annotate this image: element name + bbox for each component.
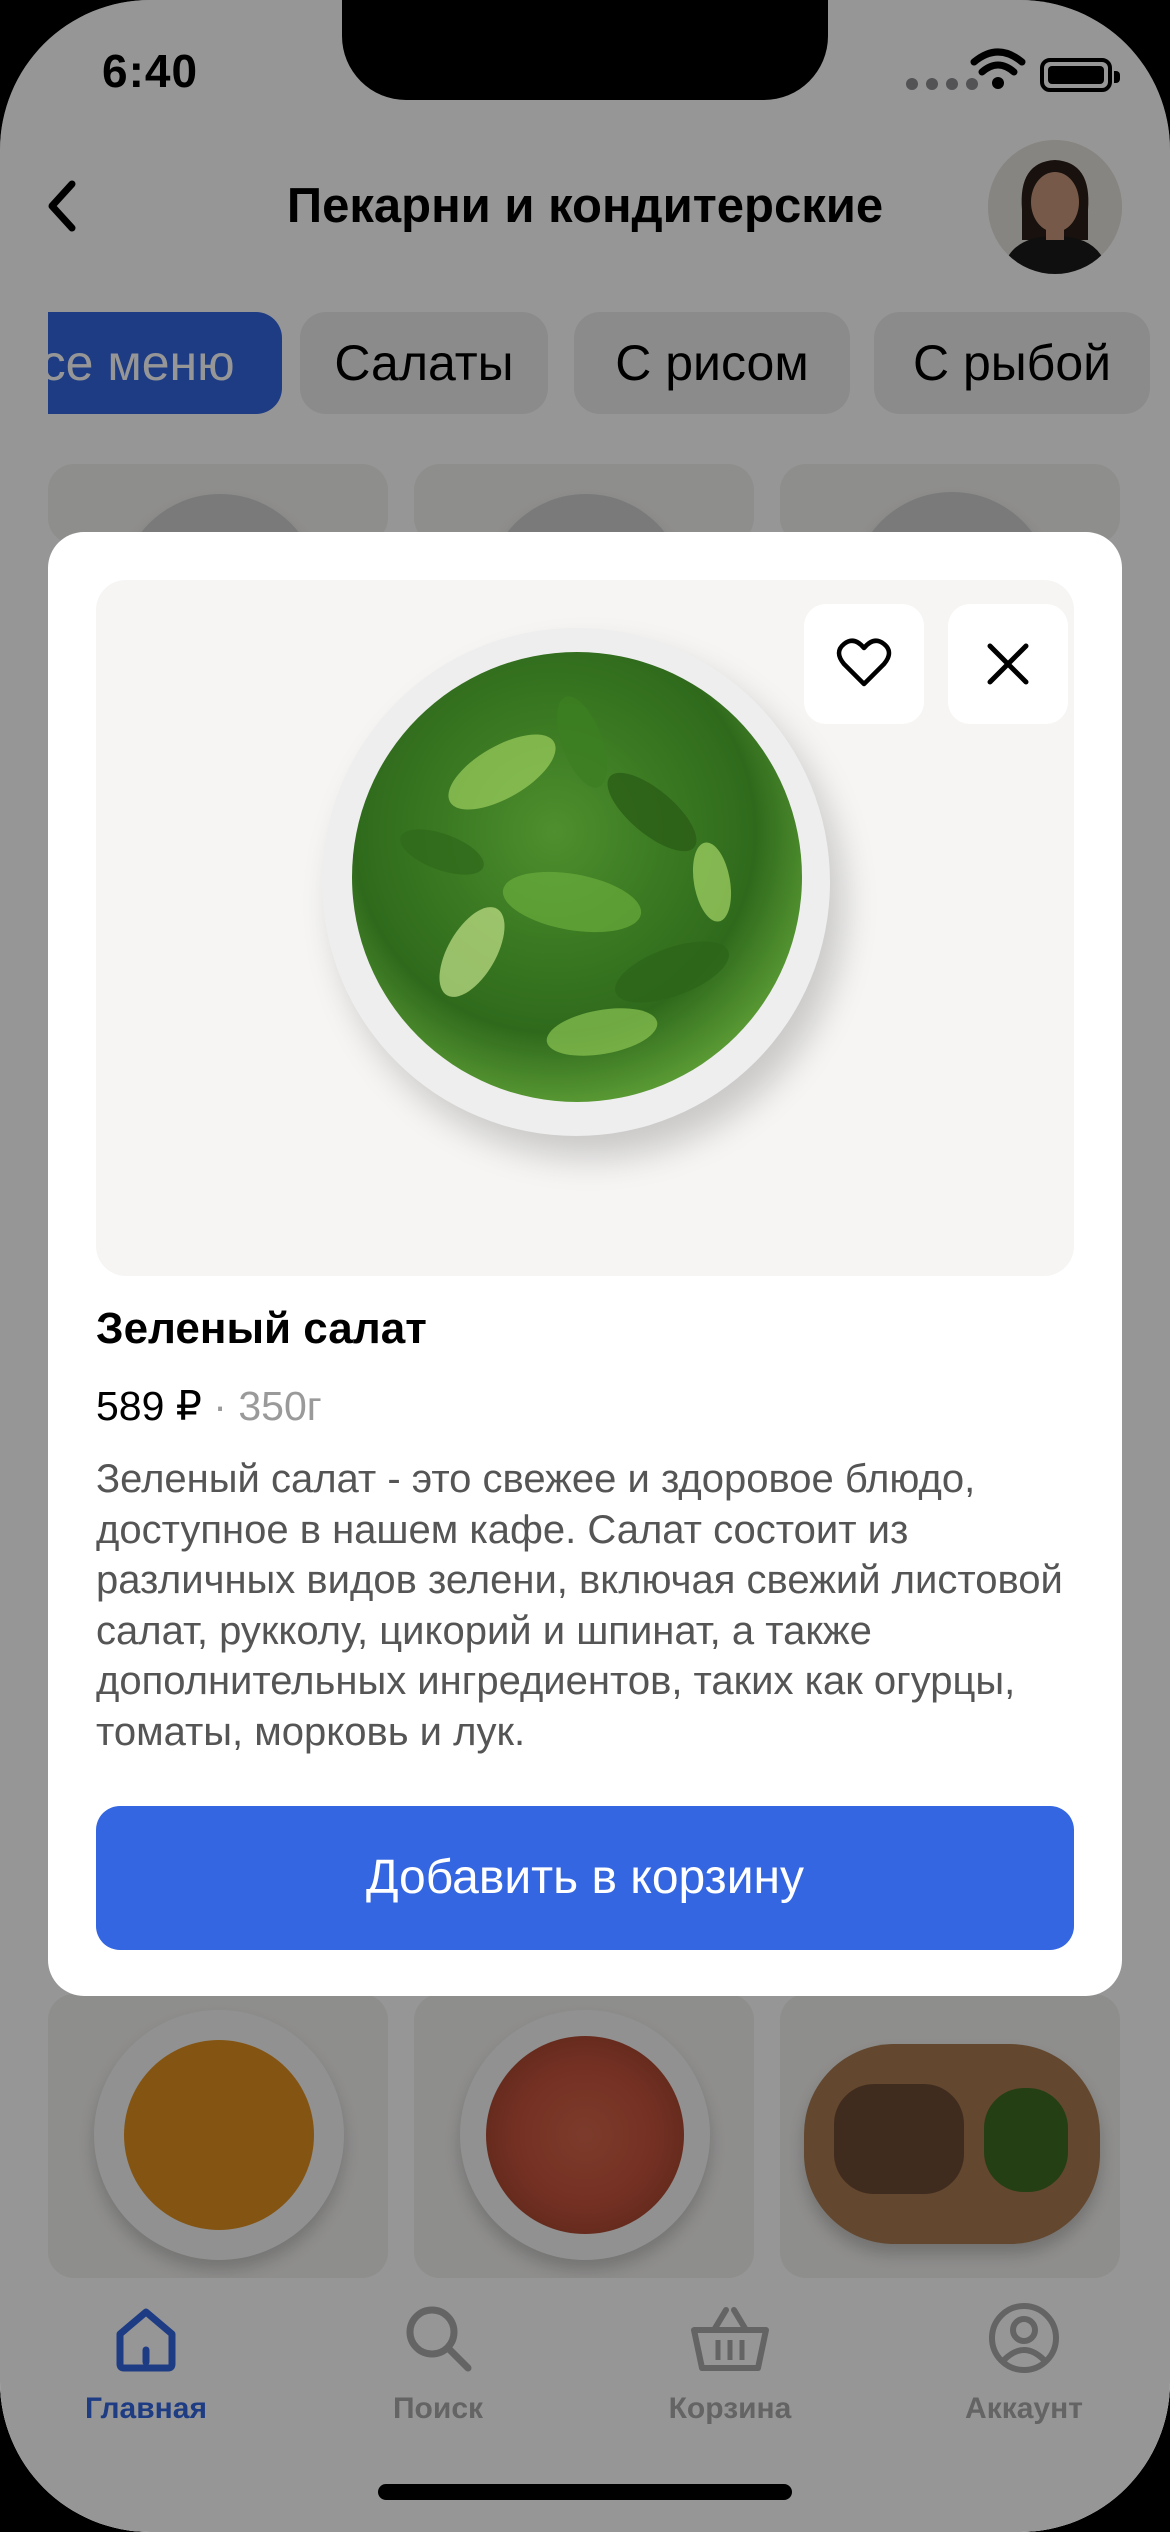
dish-price: 589 ₽	[96, 1383, 202, 1429]
salad-leaves	[400, 696, 732, 1056]
separator-dot: ·	[213, 1383, 227, 1429]
dish-description: Зеленый салат - это свежее и здоровое бл…	[96, 1457, 1063, 1754]
dish-weight: 350г	[238, 1383, 322, 1429]
close-icon	[987, 643, 1029, 685]
dish-image	[96, 580, 1074, 1276]
add-to-cart-button[interactable]: Добавить в корзину	[96, 1806, 1074, 1950]
phone-screen: 6:40 Пекарни и кондитерские Все меню Сал…	[0, 0, 1170, 2532]
dish-name: Зеленый салат	[96, 1304, 427, 1353]
heart-icon	[836, 638, 892, 687]
product-modal: Зеленый салат 589 ₽ · 350г Зеленый салат…	[48, 532, 1122, 1996]
close-button[interactable]	[948, 604, 1068, 724]
salad-plate	[322, 628, 830, 1136]
dish-price-weight: 589 ₽ · 350г	[96, 1382, 322, 1430]
favorite-button[interactable]	[804, 604, 924, 724]
home-indicator	[378, 2484, 792, 2500]
